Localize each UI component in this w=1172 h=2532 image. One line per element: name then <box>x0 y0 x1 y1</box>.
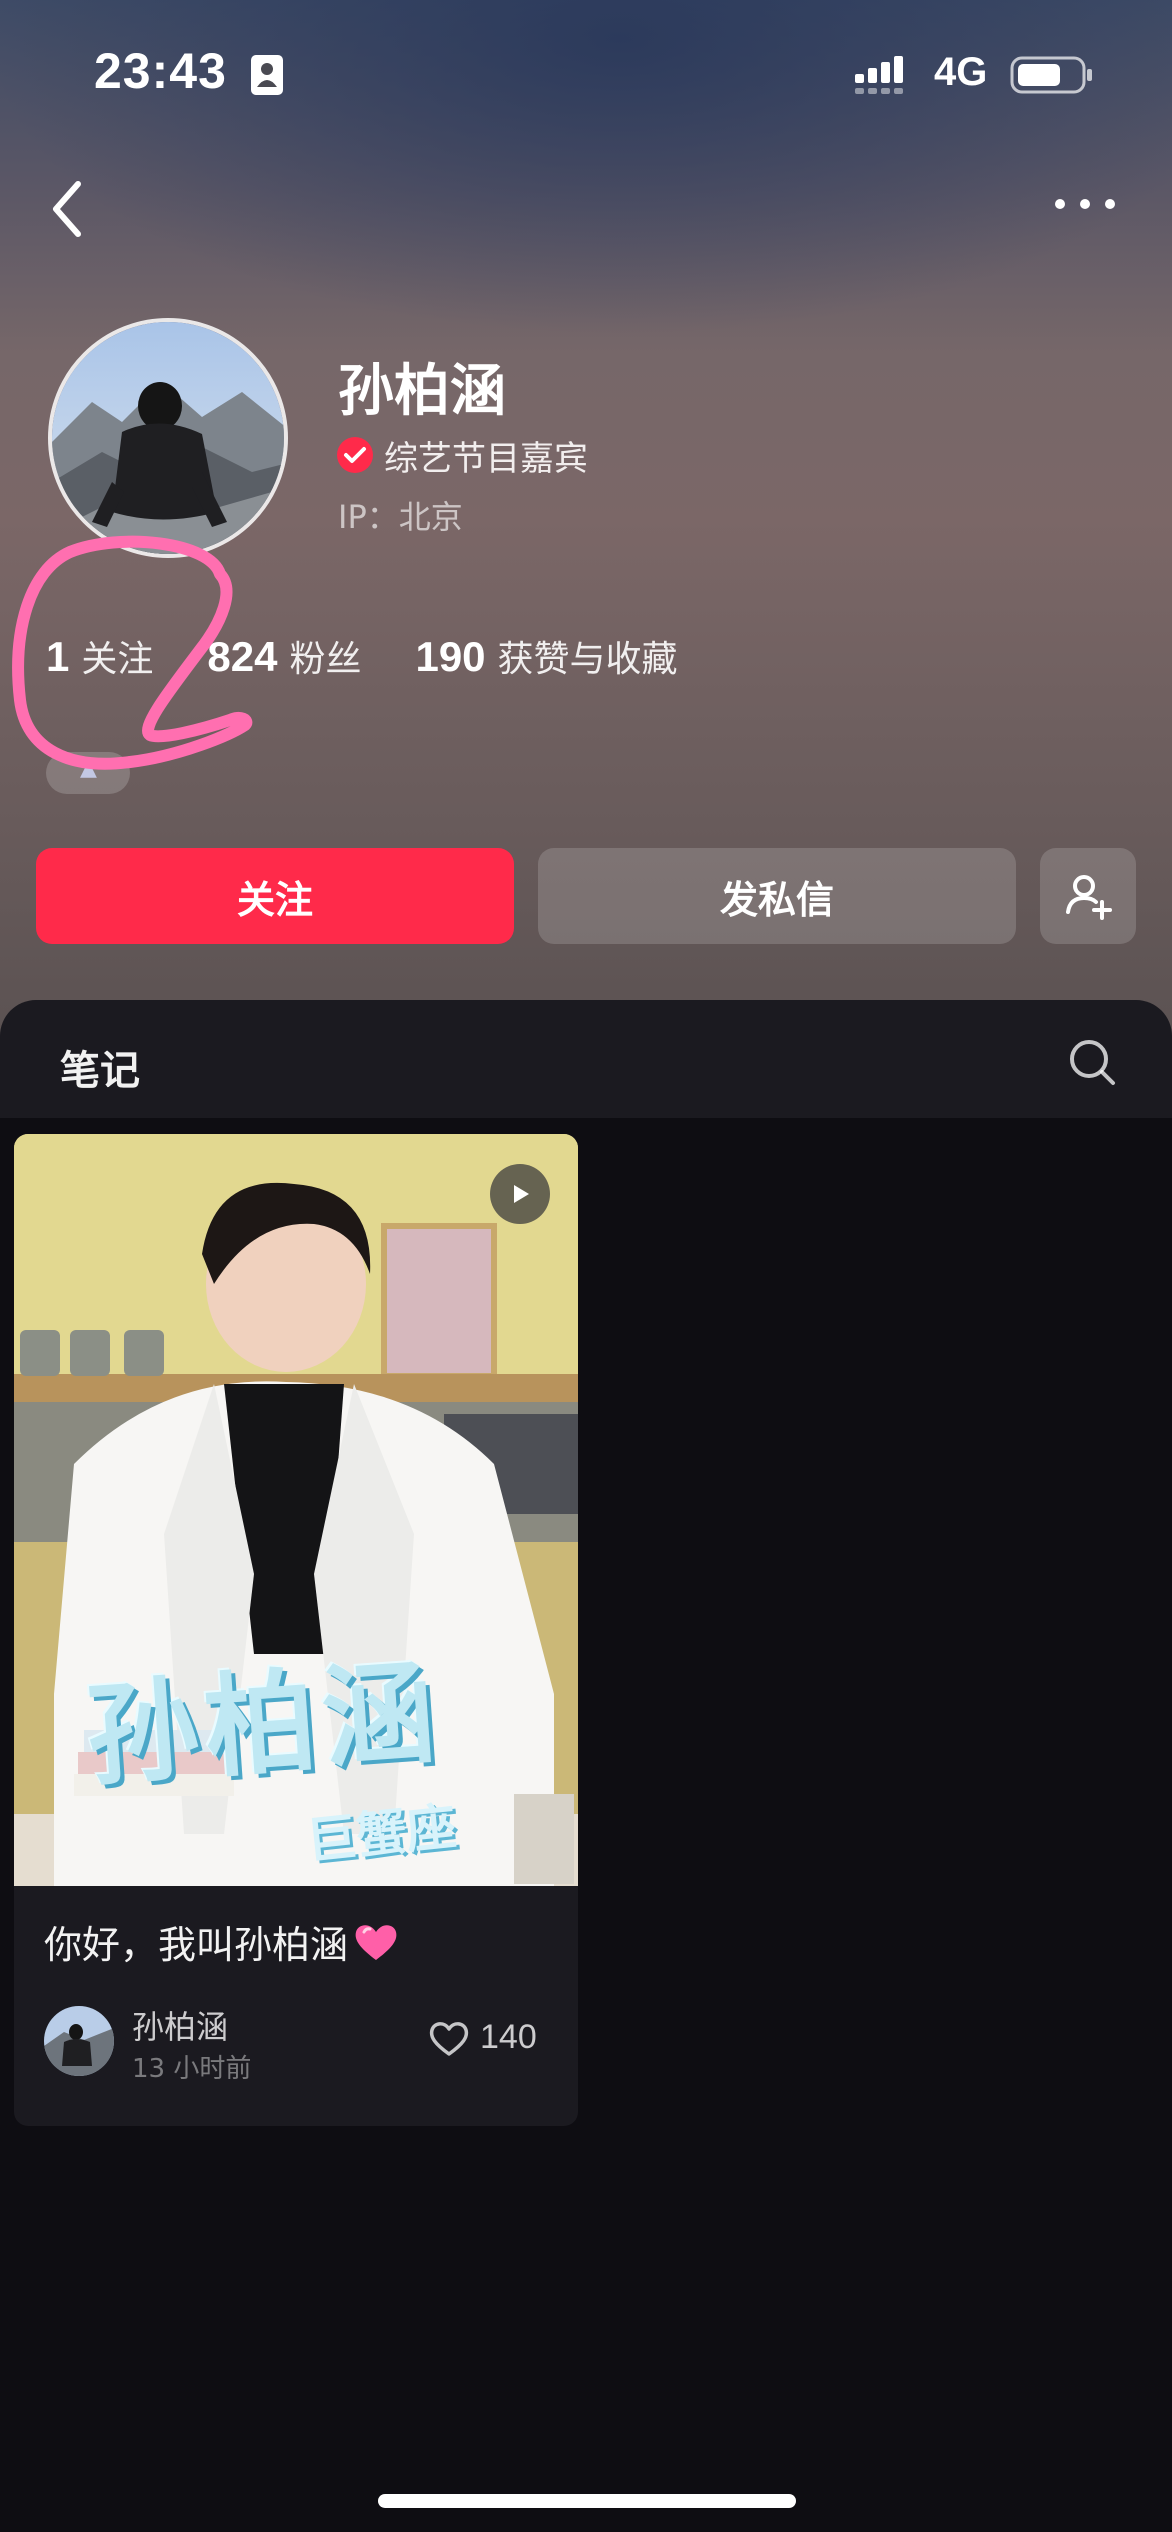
send-message-button[interactable]: 发私信 <box>538 848 1016 944</box>
stat-likes-collects[interactable]: 190 获赞与收藏 <box>415 630 677 682</box>
status-bar: 23:43 4G <box>0 0 1172 150</box>
verified-check-icon <box>337 437 373 473</box>
search-button[interactable] <box>1068 1038 1116 1086</box>
note-timestamp: 13 小时前 <box>132 2054 252 2084</box>
stat-following[interactable]: 1 关注 <box>46 630 153 682</box>
signal-strength-icon <box>855 56 903 94</box>
stat-value: 190 <box>415 633 486 680</box>
like-count: 140 <box>480 2018 537 2056</box>
more-horizontal-icon <box>1055 199 1115 209</box>
ip-value: 北京 <box>398 498 463 536</box>
back-button[interactable] <box>44 176 94 242</box>
profile-name: 孙柏涵 <box>338 359 506 424</box>
verified-label: 综艺节目嘉宾 <box>384 438 588 479</box>
add-user-icon <box>1066 875 1112 920</box>
expand-bio-chip[interactable]: ▲ <box>46 752 130 794</box>
battery-icon <box>1010 56 1092 94</box>
profile-avatar[interactable] <box>48 318 288 558</box>
stat-value: 1 <box>46 633 70 680</box>
stat-label: 粉丝 <box>289 639 362 680</box>
stat-value: 824 <box>207 633 278 680</box>
play-icon <box>514 1185 529 1203</box>
tab-notes[interactable]: 笔记 <box>60 1038 140 1096</box>
stat-label: 获赞与收藏 <box>497 639 678 680</box>
cover-title-text: 孙柏涵 <box>82 1647 445 1803</box>
heart-outline-icon <box>429 2021 469 2056</box>
add-friend-button[interactable] <box>1040 848 1136 944</box>
home-indicator[interactable] <box>378 2494 796 2508</box>
stat-followers[interactable]: 824 粉丝 <box>207 630 361 682</box>
note-title-row[interactable]: 你好，我叫孙柏涵 <box>44 1914 398 1969</box>
tab-bar: 笔记 <box>0 1000 1172 1118</box>
author-name[interactable]: 孙柏涵 <box>132 2002 228 2048</box>
note-cover-image[interactable]: 孙柏涵 巨蟹座 <box>14 1134 578 1886</box>
network-type: 4G <box>934 50 988 94</box>
pink-heart-emoji-icon <box>355 1924 397 1960</box>
ip-location: IP：北京 <box>338 492 463 538</box>
search-icon <box>1070 1040 1115 1085</box>
chevron-up-icon: ▲ <box>80 756 97 781</box>
contact-card-icon <box>251 55 283 95</box>
verification-row: 综艺节目嘉宾 <box>336 430 588 480</box>
like-button[interactable]: 140 <box>428 2018 537 2057</box>
video-play-badge <box>490 1164 550 1224</box>
note-card[interactable]: 孙柏涵 巨蟹座 你好，我叫孙柏涵 孙柏涵 13 小时前 140 <box>14 1134 578 2126</box>
author-avatar[interactable] <box>44 2006 114 2076</box>
more-options-button[interactable] <box>1050 182 1120 222</box>
note-title: 你好，我叫孙柏涵 <box>44 1923 349 1967</box>
ip-label: IP： <box>338 498 399 536</box>
stats-row: 1 关注 824 粉丝 190 获赞与收藏 <box>46 630 732 690</box>
follow-button[interactable]: 关注 <box>36 848 514 944</box>
stat-label: 关注 <box>81 639 154 680</box>
chevron-left-icon <box>53 181 81 237</box>
status-time: 23:43 <box>94 43 227 99</box>
